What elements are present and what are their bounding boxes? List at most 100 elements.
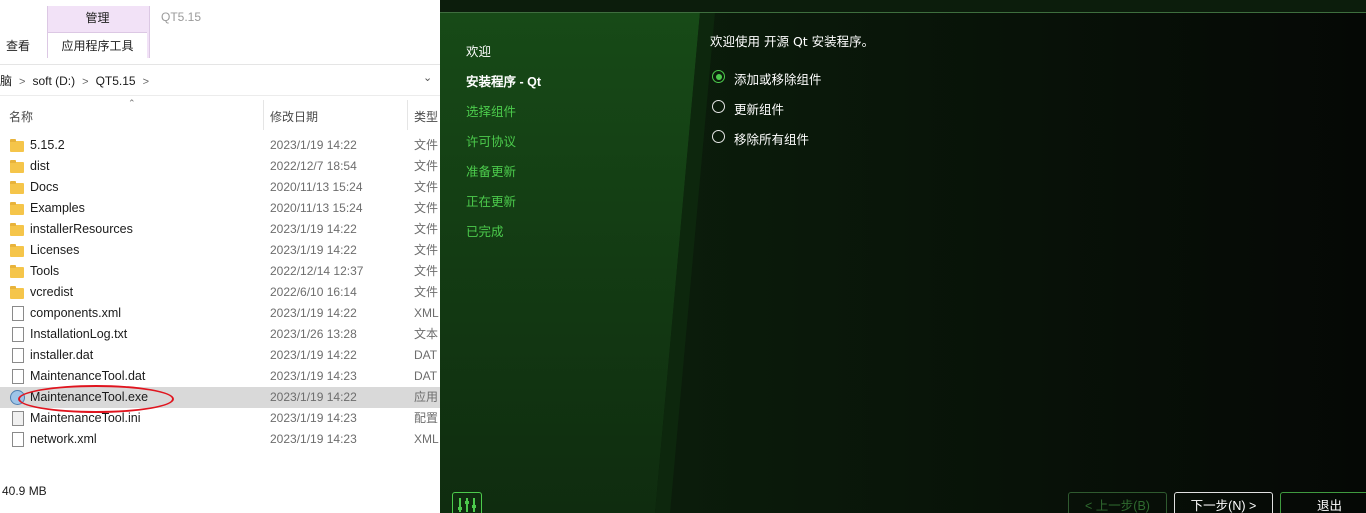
file-name: dist — [30, 159, 50, 173]
file-name: Licenses — [30, 243, 80, 257]
file-date: 2022/12/14 12:37 — [270, 264, 364, 278]
folder-icon — [10, 285, 24, 299]
radio-button[interactable] — [712, 70, 725, 83]
next-button[interactable]: 下一步(N) > — [1174, 492, 1273, 513]
chevron-right-icon[interactable]: > — [82, 76, 88, 88]
breadcrumb-item[interactable]: soft (D:) — [32, 74, 75, 88]
file-date: 2023/1/19 14:22 — [270, 306, 357, 320]
breadcrumb-item[interactable]: QT5.15 — [96, 74, 136, 88]
file-type: DAT — [414, 348, 438, 362]
chevron-down-icon[interactable]: ⌄ — [423, 71, 432, 84]
file-row[interactable]: InstallationLog.txt 2023/1/26 13:28 文本 — [0, 324, 440, 345]
view-tab[interactable]: 查看 — [6, 37, 30, 54]
column-header-name[interactable]: 名称 — [9, 108, 33, 125]
file-name: installerResources — [30, 222, 133, 236]
file-date: 2022/12/7 18:54 — [270, 159, 357, 173]
file-row[interactable]: Docs 2020/11/13 15:24 文件 — [0, 177, 440, 198]
file-row[interactable]: installer.dat 2023/1/19 14:22 DAT — [0, 345, 440, 366]
window-title: QT5.15 — [161, 10, 202, 24]
file-icon — [10, 327, 24, 342]
folder-icon — [10, 243, 24, 257]
file-row[interactable]: MaintenanceTool.exe 2023/1/19 14:22 应用 — [0, 387, 440, 408]
welcome-text: 欢迎使用 开源 Qt 安装程序。 — [710, 34, 875, 49]
file-type: 文件 — [414, 159, 439, 173]
quit-button[interactable]: 退出 — [1280, 492, 1366, 513]
folder-icon — [10, 138, 24, 152]
breadcrumb: 脑 > soft (D:) > QT5.15 > — [0, 72, 156, 89]
file-date: 2023/1/19 14:22 — [270, 390, 357, 404]
file-type: XML — [414, 306, 439, 320]
file-type: 文件 — [414, 201, 439, 215]
application-tools-tab[interactable]: 应用程序工具 — [48, 32, 147, 59]
file-row[interactable]: network.xml 2023/1/19 14:23 XML — [0, 429, 440, 450]
top-divider — [440, 12, 1366, 13]
column-header-date[interactable]: 修改日期 — [270, 108, 318, 125]
chevron-right-icon[interactable]: > — [19, 76, 25, 88]
file-date: 2023/1/26 13:28 — [270, 327, 357, 341]
column-divider[interactable] — [263, 100, 264, 130]
folder-icon — [10, 222, 24, 236]
back-button[interactable]: < 上一步(B) — [1068, 492, 1167, 513]
file-date: 2020/11/13 15:24 — [270, 201, 363, 215]
file-type: 文件 — [414, 243, 439, 257]
file-date: 2023/1/19 14:23 — [270, 411, 357, 425]
sort-ascending-icon: ⌃ — [128, 98, 136, 108]
file-type: 应用 — [414, 390, 439, 404]
file-type: 文件 — [414, 222, 439, 236]
wizard-step: 正在更新 — [466, 195, 517, 209]
file-name: network.xml — [30, 432, 97, 446]
file-row[interactable]: dist 2022/12/7 18:54 文件 — [0, 156, 440, 177]
file-list: 5.15.2 2023/1/19 14:22 文件 dist 2022/12/7 18:… — [0, 135, 440, 450]
file-name: MaintenanceTool.ini — [30, 411, 141, 425]
file-row[interactable]: Examples 2020/11/13 15:24 文件 — [0, 198, 440, 219]
file-name: InstallationLog.txt — [30, 327, 128, 341]
file-type: 配置 — [414, 411, 439, 425]
file-row[interactable]: MaintenanceTool.dat 2023/1/19 14:23 DAT — [0, 366, 440, 387]
manage-tab[interactable]: 管理 — [47, 9, 148, 26]
column-headers: ⌃ 名称 修改日期 类型 — [0, 98, 440, 132]
radio-button[interactable] — [712, 130, 725, 143]
wizard-step: 选择组件 — [466, 105, 517, 119]
ribbon: 管理 应用程序工具 查看 QT5.15 — [0, 0, 440, 65]
file-row[interactable]: MaintenanceTool.ini 2023/1/19 14:23 配置 — [0, 408, 440, 429]
column-divider[interactable] — [407, 100, 408, 130]
wizard-step: 安装程序 - Qt — [466, 75, 541, 89]
file-name: 5.15.2 — [30, 138, 65, 152]
file-row[interactable]: installerResources 2023/1/19 14:22 文件 — [0, 219, 440, 240]
exe-icon — [10, 390, 25, 405]
radio-button[interactable] — [712, 100, 725, 113]
breadcrumb-item[interactable]: 脑 — [0, 72, 12, 89]
file-row[interactable]: vcredist 2022/6/10 16:14 文件 — [0, 282, 440, 303]
folder-icon — [10, 159, 24, 173]
file-date: 2023/1/19 14:23 — [270, 369, 357, 383]
settings-sliders-icon[interactable] — [452, 492, 482, 513]
file-name: MaintenanceTool.exe — [30, 390, 149, 404]
file-date: 2023/1/19 14:22 — [270, 348, 357, 362]
wizard-step: 已完成 — [466, 225, 504, 239]
file-name: installer.dat — [30, 348, 94, 362]
file-row[interactable]: components.xml 2023/1/19 14:22 XML — [0, 303, 440, 324]
file-date: 2020/11/13 15:24 — [270, 180, 363, 194]
folder-icon — [10, 180, 24, 194]
file-icon — [10, 306, 24, 321]
wizard-step: 欢迎 — [466, 45, 492, 59]
column-header-type[interactable]: 类型 — [414, 108, 438, 125]
file-date: 2023/1/19 14:22 — [270, 138, 357, 152]
address-bar[interactable]: 脑 > soft (D:) > QT5.15 > ⌄ — [0, 64, 440, 96]
chevron-right-icon[interactable]: > — [143, 76, 149, 88]
file-date: 2023/1/19 14:23 — [270, 432, 357, 446]
folder-icon — [10, 264, 24, 278]
file-row[interactable]: Tools 2022/12/14 12:37 文件 — [0, 261, 440, 282]
file-name: Tools — [30, 264, 60, 278]
option-label: 添加或移除组件 — [734, 73, 822, 87]
file-name: vcredist — [30, 285, 74, 299]
ini-icon — [10, 411, 24, 426]
wizard-step: 准备更新 — [466, 165, 517, 179]
file-type: 文件 — [414, 285, 439, 299]
wizard-steps: 欢迎 安装程序 - Qt 选择组件 许可协议 准备更新 正在更新 已完成 — [466, 44, 541, 254]
file-type: 文本 — [414, 327, 439, 341]
file-row[interactable]: 5.15.2 2023/1/19 14:22 文件 — [0, 135, 440, 156]
file-row[interactable]: Licenses 2023/1/19 14:22 文件 — [0, 240, 440, 261]
file-icon — [10, 432, 24, 447]
file-name: components.xml — [30, 306, 122, 320]
